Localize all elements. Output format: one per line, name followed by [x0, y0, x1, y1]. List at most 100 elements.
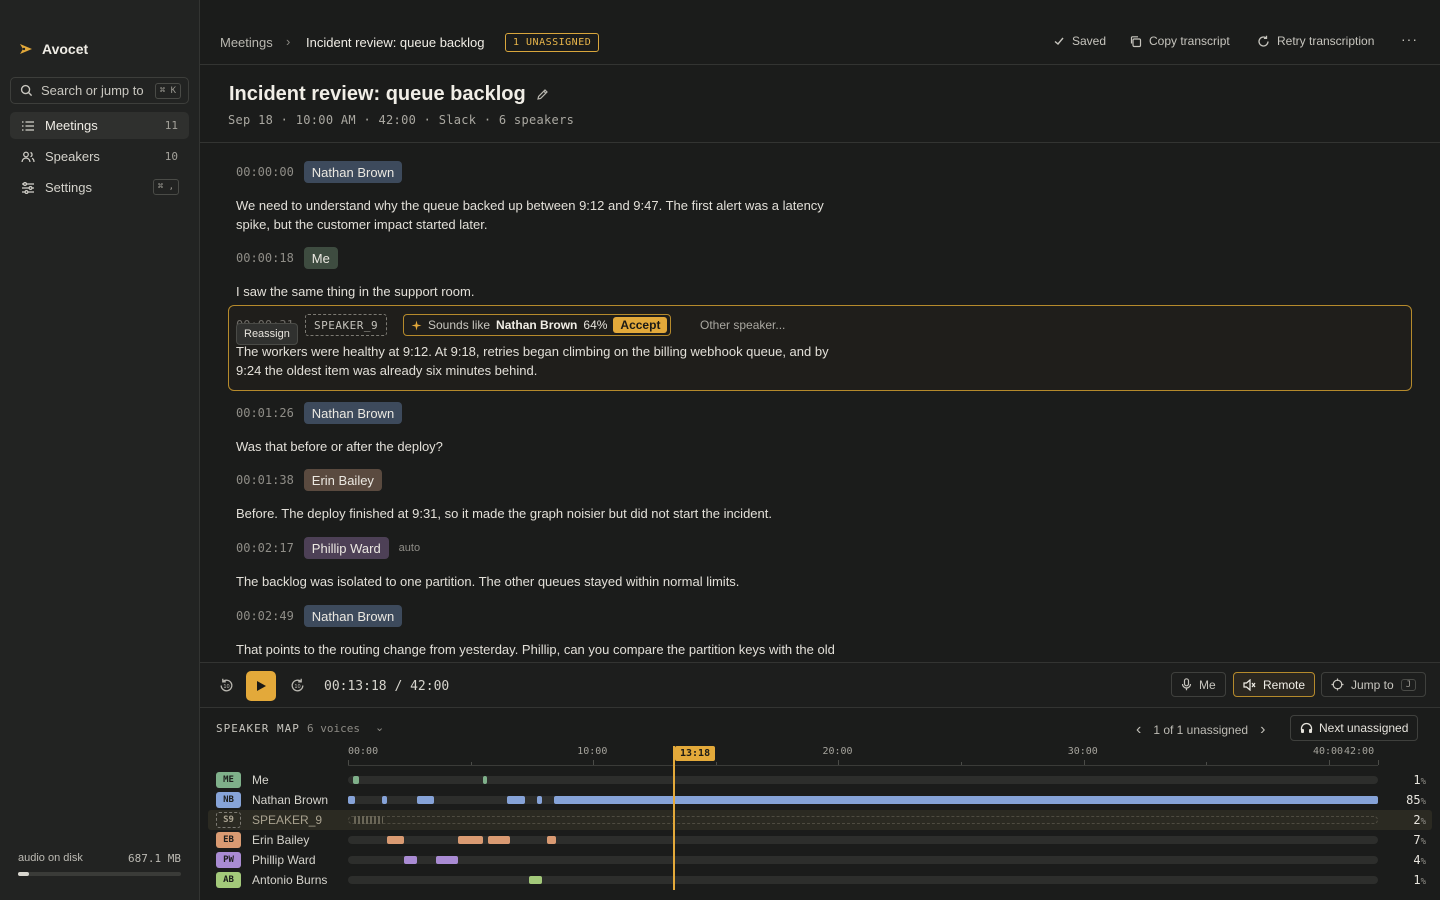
settings-shortcut: ⌘ ,: [152, 179, 179, 195]
speaker-pill[interactable]: Nathan Brown: [303, 161, 403, 183]
speakers-count: 10: [164, 150, 178, 163]
speaker-name: Antonio Burns: [252, 873, 328, 887]
segment-timestamp[interactable]: 00:01:38: [236, 473, 294, 487]
segment-text: I saw the same thing in the support room…: [236, 284, 475, 299]
speaker-row[interactable]: ME Me 1%: [200, 770, 1440, 790]
more-menu-icon[interactable]: ···: [1401, 31, 1418, 47]
microphone-icon: [1181, 678, 1192, 691]
speech-segment[interactable]: [382, 796, 388, 804]
next-unassigned-chevron-icon[interactable]: ›: [1260, 721, 1265, 739]
speaker-name: Phillip Ward: [252, 853, 316, 867]
search-input[interactable]: Search or jump to ⌘ K: [10, 77, 189, 104]
speech-segment[interactable]: [348, 796, 356, 804]
forward-icon[interactable]: 10: [287, 675, 307, 695]
segment-timestamp[interactable]: 00:01:26: [236, 406, 294, 420]
speech-segment[interactable]: [352, 776, 360, 784]
speaker-name: SPEAKER_9: [252, 813, 323, 827]
unassigned-badge[interactable]: 1 UNASSIGNED: [505, 33, 600, 52]
speaker-row[interactable]: NB Nathan Brown 85%: [200, 790, 1440, 810]
speech-segment[interactable]: [536, 796, 542, 804]
speaker-track[interactable]: [348, 876, 1378, 884]
speaker-name: Erin Bailey: [252, 833, 310, 847]
percent-unit: %: [1420, 877, 1426, 887]
svg-text:10: 10: [223, 684, 229, 690]
speech-segment[interactable]: [387, 836, 405, 844]
speaker-track[interactable]: [348, 836, 1378, 844]
sidebar-item-meetings[interactable]: Meetings 11: [10, 112, 189, 139]
playhead[interactable]: [673, 746, 675, 890]
speech-segment[interactable]: [436, 856, 459, 864]
speech-segment[interactable]: [507, 796, 525, 804]
speaker-percentage: 2%: [1396, 813, 1426, 827]
rewind-icon[interactable]: 10: [216, 675, 236, 695]
speaker-pill[interactable]: Nathan Brown: [303, 402, 403, 424]
speaker-track[interactable]: [348, 816, 1378, 824]
prev-unassigned-icon[interactable]: ‹: [1136, 721, 1141, 739]
speaker-pill[interactable]: Me: [303, 247, 338, 269]
other-speaker-button[interactable]: Other speaker...: [700, 318, 785, 332]
speaker-percentage: 4%: [1396, 853, 1426, 867]
crosshair-icon: [1331, 678, 1344, 691]
headphones-icon: [1300, 722, 1313, 733]
retry-transcription-button[interactable]: Retry transcription: [1257, 34, 1374, 48]
timeline-minor-tick: [470, 762, 472, 765]
remote-audio-toggle[interactable]: Remote: [1233, 672, 1316, 697]
speaker-row[interactable]: EB Erin Bailey 7%: [200, 830, 1440, 850]
edit-pencil-icon[interactable]: [536, 88, 549, 101]
speech-segment[interactable]: [404, 856, 417, 864]
me-audio-toggle[interactable]: Me: [1171, 672, 1226, 697]
speaker-avatar: AB: [216, 872, 241, 888]
breadcrumb-meetings[interactable]: Meetings: [220, 35, 273, 50]
page-title: Incident review: queue backlog: [229, 83, 549, 106]
speech-segment[interactable]: [529, 876, 542, 884]
copy-transcript-button[interactable]: Copy transcript: [1129, 34, 1230, 48]
speech-segment[interactable]: [353, 816, 384, 824]
speech-segment[interactable]: [487, 836, 510, 844]
list-icon: [22, 120, 34, 131]
unassigned-speaker-pill[interactable]: SPEAKER_9: [305, 314, 388, 336]
speech-segment[interactable]: [546, 836, 557, 844]
meeting-title: Incident review: queue backlog: [229, 83, 526, 105]
play-icon: [257, 681, 266, 691]
sidebar-item-settings[interactable]: Settings ⌘ ,: [10, 174, 189, 201]
speaker-track[interactable]: [348, 796, 1378, 804]
speaker-track[interactable]: [348, 856, 1378, 864]
speaker-pill[interactable]: Phillip Ward: [303, 537, 389, 559]
next-unassigned-label: Next unassigned: [1319, 721, 1409, 735]
timeline-tick-label: 40:00: [1312, 746, 1344, 757]
timeline-minor-tick: [961, 762, 963, 765]
speaker-row[interactable]: S9 SPEAKER_9 2%: [208, 810, 1432, 830]
accept-button[interactable]: Accept: [613, 317, 668, 333]
jump-to-button[interactable]: Jump to J: [1321, 672, 1427, 697]
timeline-tick: [1083, 760, 1085, 765]
speaker-row[interactable]: PW Phillip Ward 4%: [200, 850, 1440, 870]
sidebar-item-speakers[interactable]: Speakers 10: [10, 143, 189, 170]
transcript-segment: 00:01:38 Erin Bailey Before. The deploy …: [236, 468, 856, 523]
speaker-pill[interactable]: Nathan Brown: [303, 605, 403, 627]
app-name: Avocet: [42, 41, 89, 57]
speaker-pill[interactable]: Erin Bailey: [303, 469, 382, 491]
speech-segment[interactable]: [554, 796, 1378, 804]
speaker-row[interactable]: AB Antonio Burns 1%: [200, 870, 1440, 890]
segment-timestamp[interactable]: 00:00:18: [236, 251, 294, 265]
play-button[interactable]: [246, 671, 276, 701]
next-unassigned-button[interactable]: Next unassigned: [1290, 715, 1419, 741]
audio-player: 10 10 00:13:18 / 42:00 Me Remote Jump to…: [200, 662, 1440, 708]
timeline-tick-label: 00:00: [348, 746, 379, 757]
timeline-axis[interactable]: 00:00 10:00 20:00 30:00 40:00 42:00: [348, 746, 1379, 766]
segment-timestamp[interactable]: 00:02:17: [236, 541, 294, 555]
speech-segment[interactable]: [416, 796, 434, 804]
speaker-track[interactable]: [348, 776, 1378, 784]
chevron-down-icon[interactable]: ⌄: [375, 721, 384, 734]
percent-unit: %: [1420, 857, 1426, 867]
speech-segment[interactable]: [482, 776, 487, 784]
svg-text:10: 10: [294, 684, 300, 690]
segment-timestamp[interactable]: 00:00:00: [236, 165, 294, 179]
speech-segment[interactable]: [458, 836, 483, 844]
timeline-tick: [348, 760, 349, 765]
speaker-percentage: 85%: [1396, 793, 1426, 807]
segment-timestamp[interactable]: 00:02:49: [236, 609, 294, 623]
app-brand[interactable]: Avocet: [18, 41, 88, 57]
meeting-meta: Sep 18 · 10:00 AM · 42:00 · Slack · 6 sp…: [228, 113, 575, 127]
suggestion-prefix: Sounds like: [428, 318, 491, 332]
